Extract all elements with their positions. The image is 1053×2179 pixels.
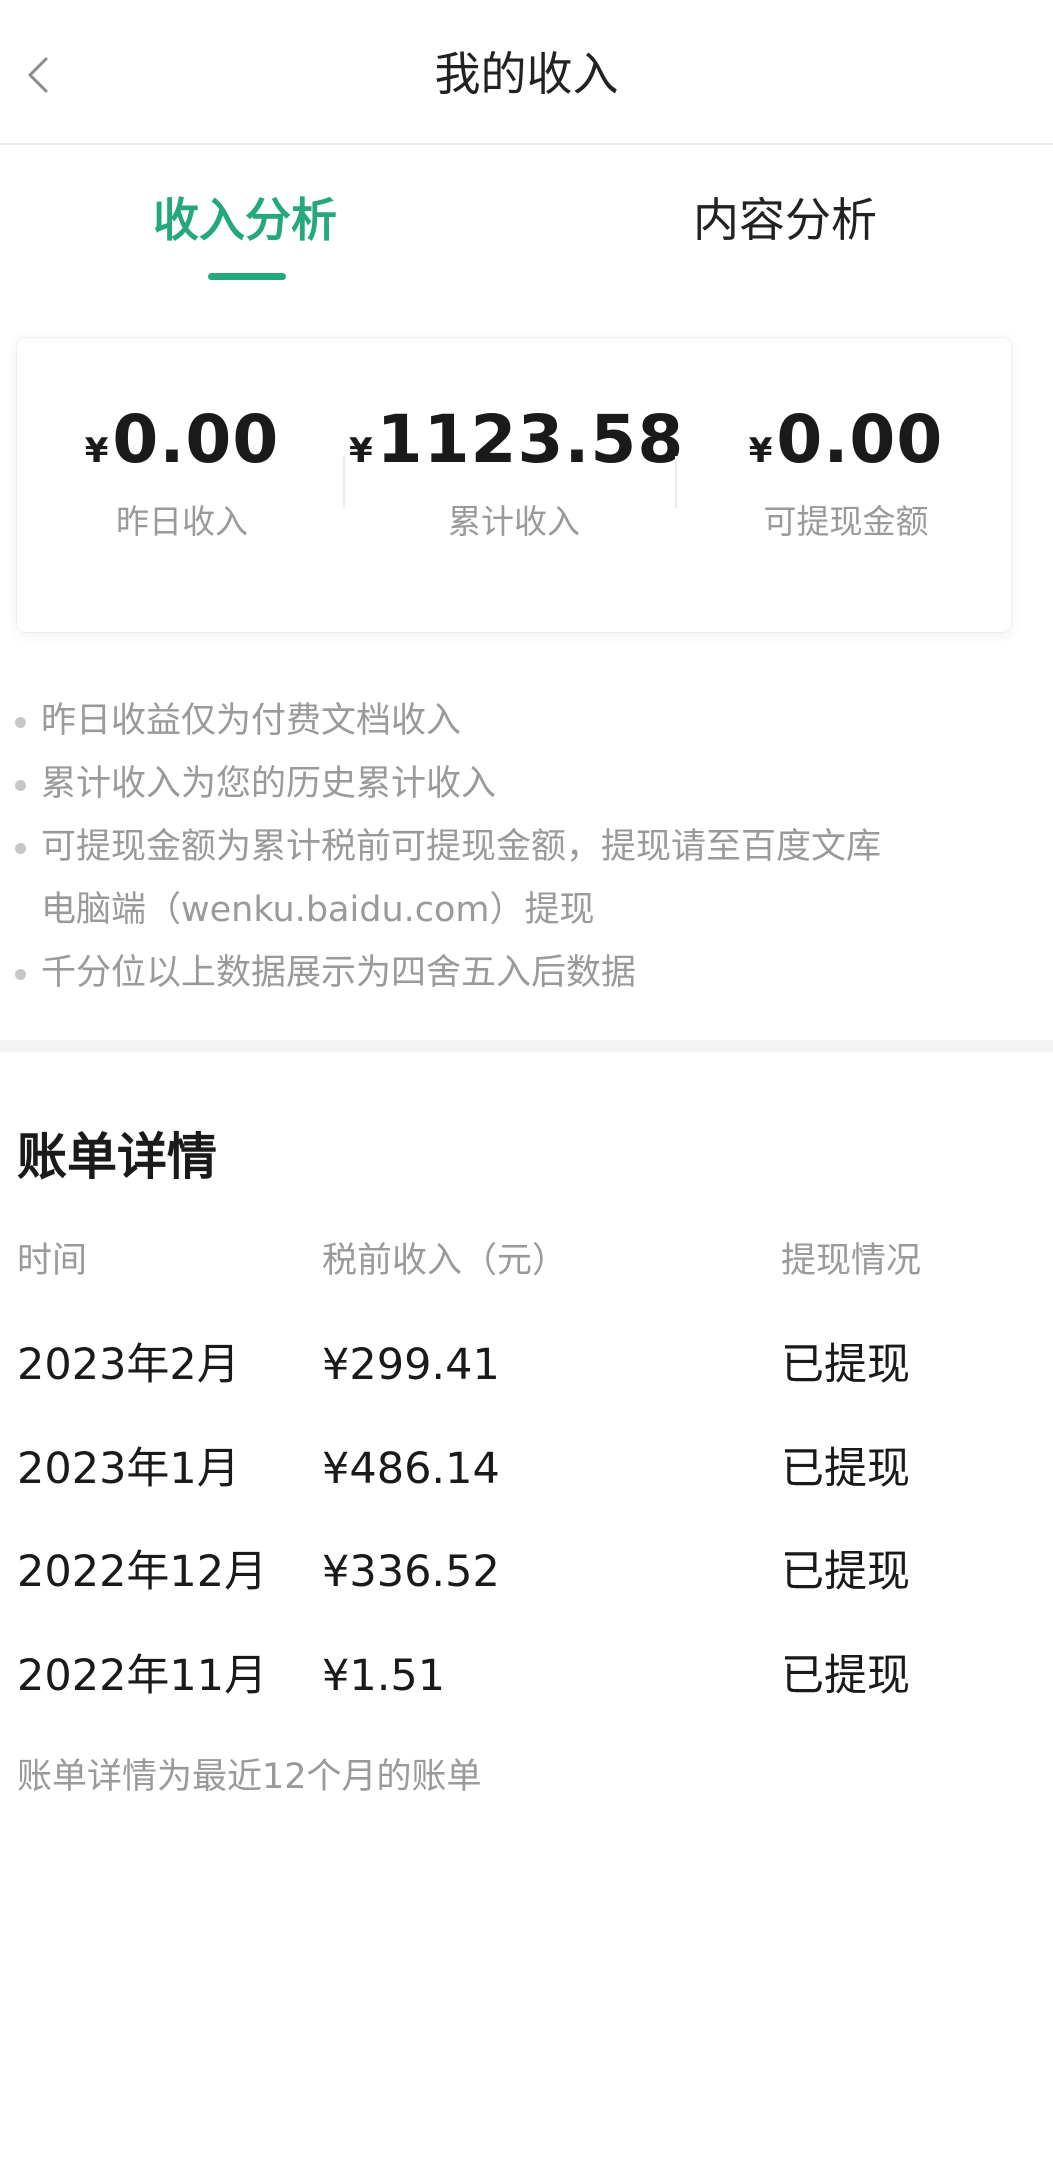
stat-divider	[675, 456, 677, 508]
yesterday-income-label: 昨日收入	[116, 502, 248, 541]
note-item-continued: 电脑端（wenku.baidu.com）提现	[15, 879, 1035, 942]
note-text: 累计收入为您的历史累计收入	[41, 764, 497, 804]
row-amount: ¥486.14	[322, 1444, 500, 1494]
total-income-amount: ¥1123.58	[349, 400, 683, 480]
bullet-dot-icon	[15, 969, 26, 980]
bill-footnote: 账单详情为最近12个月的账单	[17, 1757, 482, 1797]
table-row: 2022年11月 ¥1.51 已提现	[0, 1641, 1053, 1711]
row-time: 2022年12月	[17, 1547, 268, 1597]
yesterday-income-stat: ¥0.00 昨日收入	[17, 400, 347, 544]
bullet-dot-icon	[15, 780, 26, 791]
note-text: 千分位以上数据展示为四舍五入后数据	[41, 953, 637, 993]
section-divider	[0, 1040, 1053, 1052]
stat-divider	[343, 456, 345, 508]
table-row: 2022年12月 ¥336.52 已提现	[0, 1537, 1053, 1607]
currency-symbol: ¥	[84, 431, 109, 471]
note-text: 电脑端（wenku.baidu.com）提现	[41, 890, 595, 930]
row-amount: ¥336.52	[322, 1547, 500, 1597]
top-bar: 我的收入	[0, 0, 1053, 145]
bill-details-title: 账单详情	[17, 1128, 217, 1186]
row-time: 2023年1月	[17, 1444, 240, 1494]
row-status: 已提现	[781, 1444, 910, 1494]
amount-value: 1123.58	[376, 401, 685, 478]
table-row: 2023年2月 ¥299.41 已提现	[0, 1330, 1053, 1400]
currency-symbol: ¥	[349, 431, 373, 471]
active-tab-indicator	[208, 273, 286, 280]
total-income-label: 累计收入	[448, 502, 580, 541]
tab-content-analysis[interactable]: 内容分析	[690, 185, 880, 255]
total-income-stat: ¥1123.58 累计收入	[349, 400, 683, 544]
withdrawable-stat: ¥0.00 可提现金额	[681, 400, 1011, 544]
row-time: 2023年2月	[17, 1340, 240, 1390]
bullet-dot-icon	[15, 717, 26, 728]
row-time: 2022年11月	[17, 1651, 268, 1701]
column-header-time: 时间	[17, 1241, 88, 1281]
withdrawable-amount: ¥0.00	[681, 400, 1011, 480]
withdrawable-label: 可提现金额	[763, 502, 929, 541]
income-summary-card: ¥0.00 昨日收入 ¥1123.58 累计收入 ¥0.00 可提现金额	[17, 338, 1011, 632]
row-amount: ¥1.51	[322, 1651, 446, 1701]
row-status: 已提现	[781, 1340, 910, 1390]
amount-value: 0.00	[112, 401, 280, 478]
note-item: 昨日收益仅为付费文档收入	[15, 690, 1035, 753]
income-notes: 昨日收益仅为付费文档收入 累计收入为您的历史累计收入 可提现金额为累计税前可提现…	[15, 690, 1035, 1005]
note-text: 可提现金额为累计税前可提现金额，提现请至百度文库	[41, 827, 882, 867]
yesterday-income-amount: ¥0.00	[17, 400, 347, 480]
note-item: 千分位以上数据展示为四舍五入后数据	[15, 942, 1035, 1005]
row-status: 已提现	[781, 1547, 910, 1597]
currency-symbol: ¥	[748, 431, 773, 471]
row-amount: ¥299.41	[322, 1340, 500, 1390]
note-text: 昨日收益仅为付费文档收入	[41, 701, 462, 741]
row-status: 已提现	[781, 1651, 910, 1701]
table-row: 2023年1月 ¥486.14 已提现	[0, 1434, 1053, 1504]
page-title: 我的收入	[434, 47, 619, 101]
amount-value: 0.00	[776, 401, 944, 478]
bullet-dot-icon	[15, 843, 26, 854]
column-header-status: 提现情况	[781, 1241, 922, 1281]
note-item: 可提现金额为累计税前可提现金额，提现请至百度文库	[15, 816, 1035, 879]
tab-income-analysis[interactable]: 收入分析	[150, 185, 340, 255]
income-page: 我的收入 收入分析 内容分析 ¥0.00 昨日收入 ¥1123.58 累计收入 …	[0, 0, 1053, 2179]
note-item: 累计收入为您的历史累计收入	[15, 753, 1035, 816]
column-header-amount: 税前收入（元）	[322, 1241, 568, 1281]
